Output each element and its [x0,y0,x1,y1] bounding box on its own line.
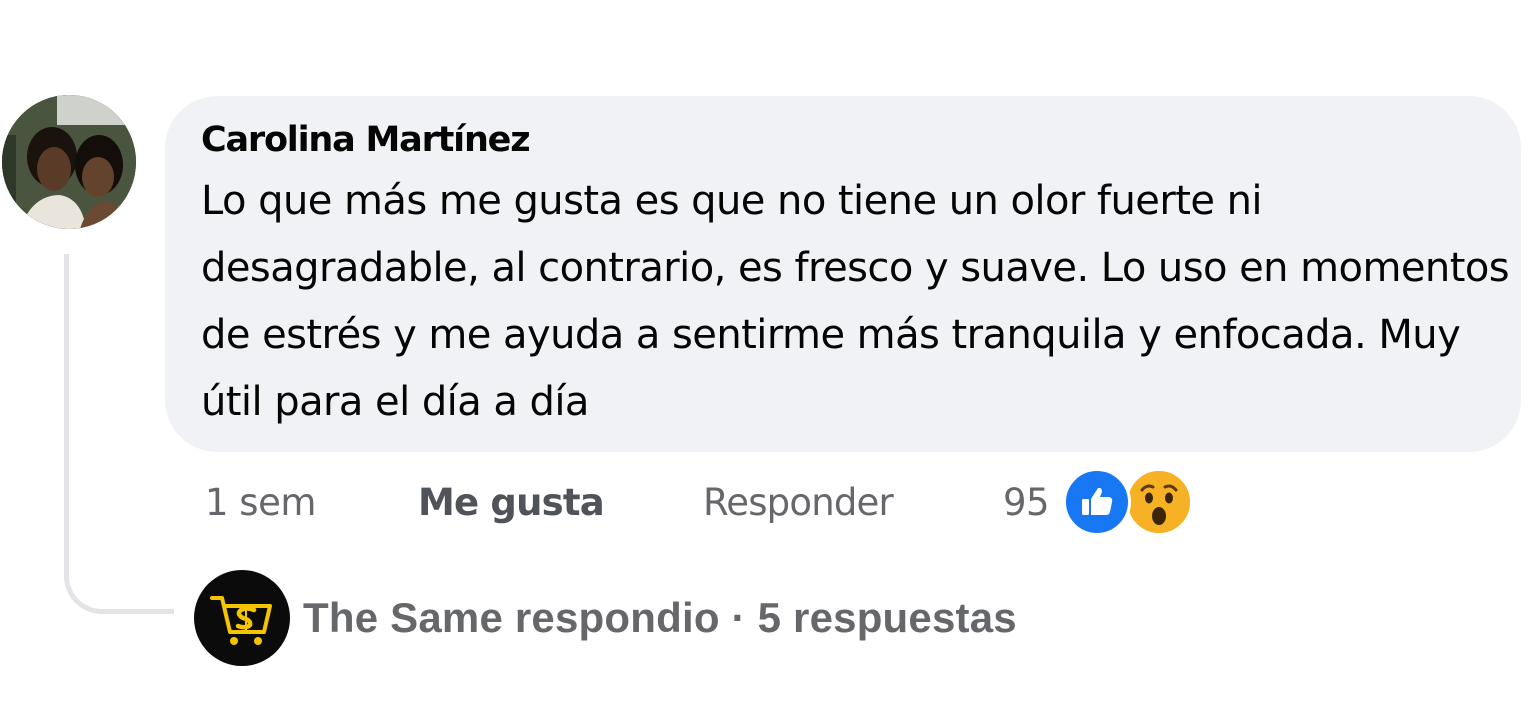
thread-connector-line [64,254,174,614]
view-replies-link[interactable]: The Same respondio · 5 respuestas [194,570,1017,666]
like-button[interactable]: Me gusta [418,481,703,524]
like-icon [1063,468,1132,536]
comment-author[interactable]: Carolina Martínez [201,116,1521,164]
comment-bubble: Carolina Martínez Lo que más me gusta es… [165,96,1521,452]
comment-timestamp[interactable]: 1 sem [205,481,418,524]
comment-actions: 1 sem Me gusta Responder 95 [205,468,1194,536]
wow-icon [1125,468,1194,536]
reaction-count[interactable]: 95 [1003,481,1050,524]
reply-button[interactable]: Responder [703,481,1003,524]
reaction-icons[interactable] [1063,468,1194,536]
avatar[interactable] [2,95,136,229]
comment-thread: Carolina Martínez Lo que más me gusta es… [0,0,1528,702]
comment-text: Lo que más me gusta es que no tiene un o… [201,178,1510,425]
replies-summary[interactable]: The Same respondio · 5 respuestas [303,594,1017,642]
the-same-logo-icon [194,570,290,666]
